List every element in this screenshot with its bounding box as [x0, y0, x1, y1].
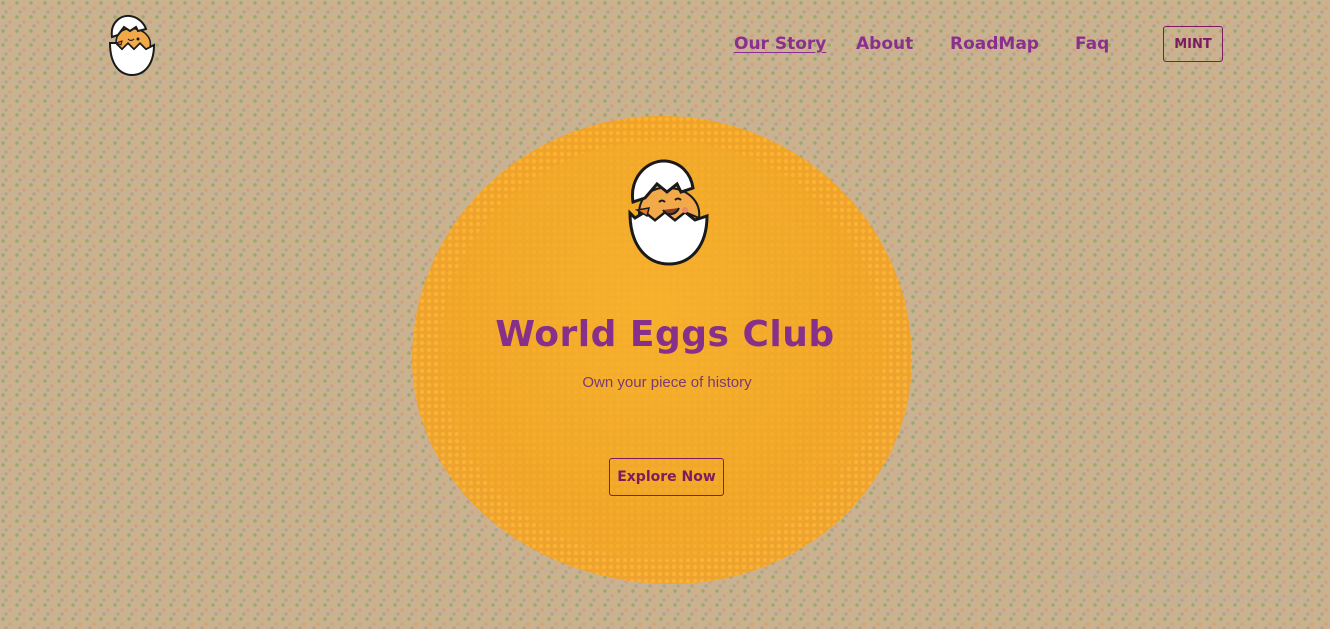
watermark-title: Activate Windows	[1064, 566, 1222, 588]
hero-logo	[625, 158, 711, 268]
mint-button[interactable]: MINT	[1163, 26, 1223, 62]
watermark-subtitle: Go to Settings to activate Windows.	[1104, 591, 1310, 606]
hero-title: World Eggs Club	[495, 314, 835, 355]
explore-now-button[interactable]: Explore Now	[609, 458, 724, 496]
chick-in-egg-icon	[108, 14, 156, 77]
hero-subtitle: Own your piece of history	[582, 374, 752, 391]
windows-activation-watermark: Activate Windows Go to Settings to activ…	[1064, 566, 1309, 606]
nav-link-our-story[interactable]: Our Story	[734, 34, 826, 54]
nav-link-faq[interactable]: Faq	[1075, 34, 1109, 54]
nav-link-roadmap[interactable]: RoadMap	[950, 34, 1039, 54]
site-logo[interactable]	[106, 13, 158, 77]
nav-link-about[interactable]: About	[856, 34, 913, 54]
chick-in-egg-icon	[628, 159, 709, 266]
page: Our Story About RoadMap Faq MINT World E…	[0, 0, 1330, 629]
